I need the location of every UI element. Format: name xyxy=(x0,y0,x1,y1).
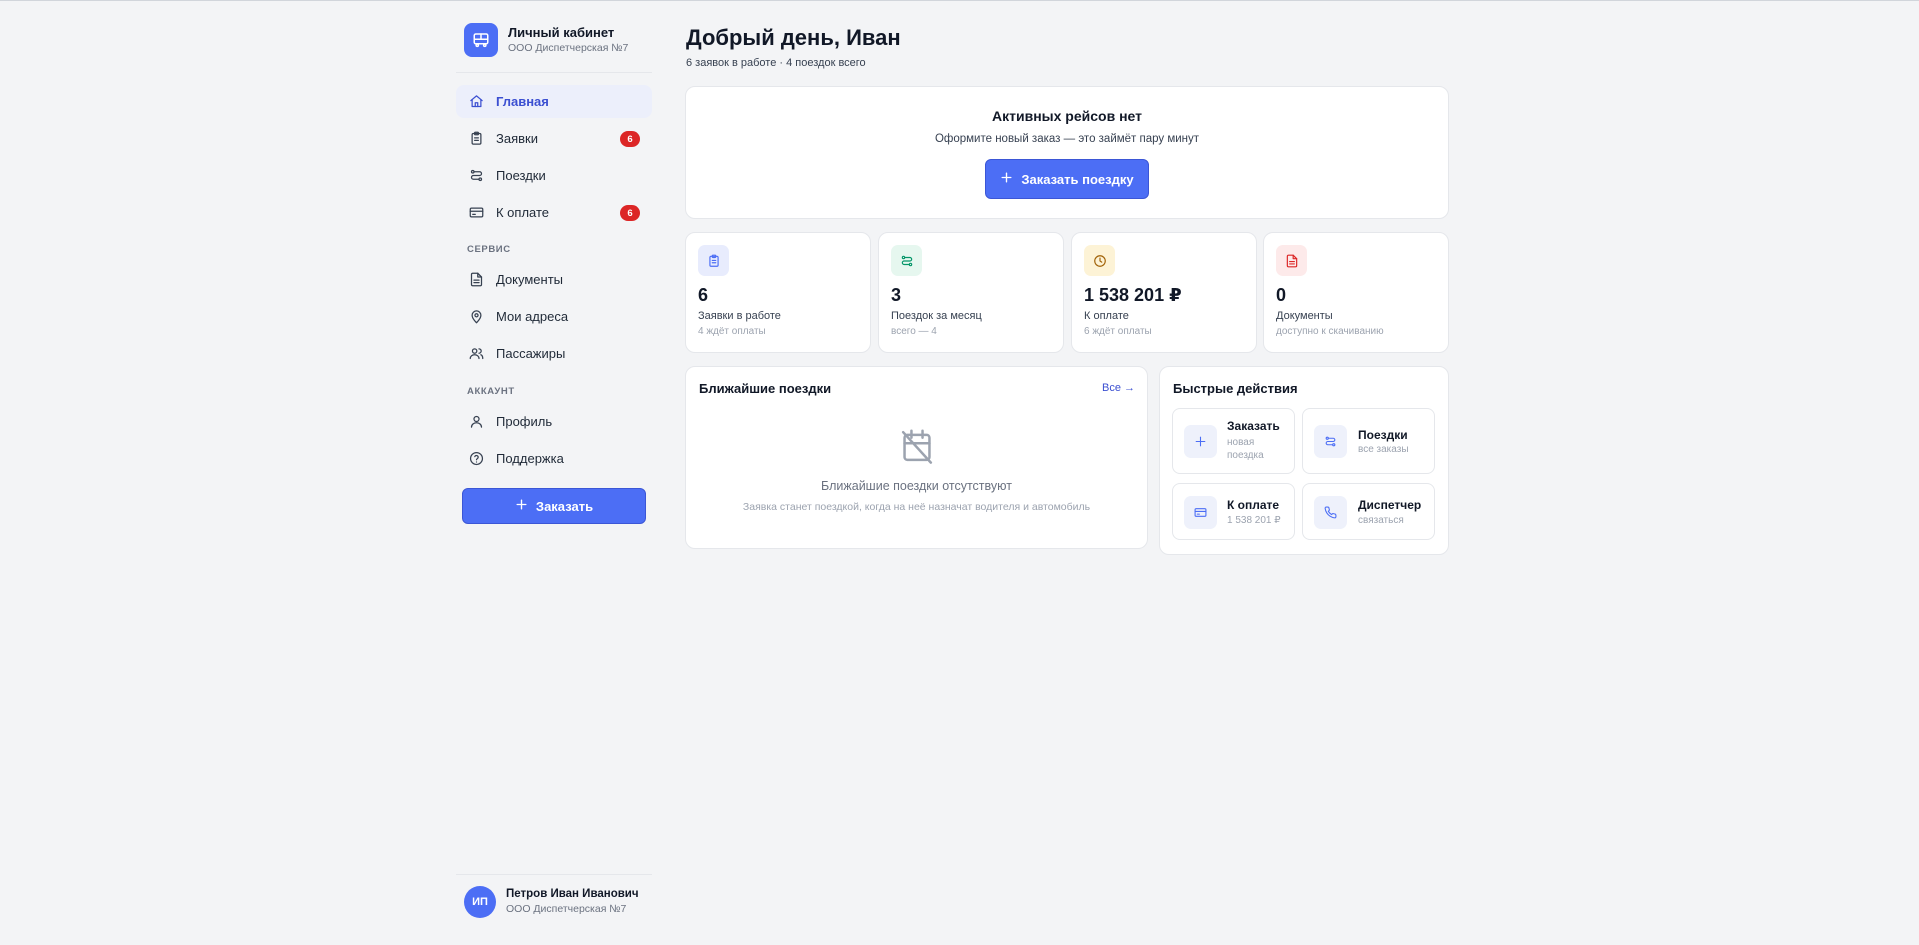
hero-title: Активных рейсов нет xyxy=(992,108,1142,124)
route-icon xyxy=(1314,425,1347,458)
stat-value: 1 538 201 ₽ xyxy=(1084,285,1182,305)
sidebar-item-payment[interactable]: К оплате 6 xyxy=(456,196,652,229)
quick-action-title: Поездки xyxy=(1358,428,1408,442)
order-trip-button-label: Заказать поездку xyxy=(1021,171,1134,187)
stat-hint: 6 ждёт оплаты xyxy=(1084,326,1152,337)
count-badge: 6 xyxy=(620,131,640,147)
empty-state-title: Ближайшие поездки отсутствуют xyxy=(821,479,1012,493)
quick-action-order[interactable]: Заказать новая поездка xyxy=(1172,408,1295,474)
clock-icon xyxy=(1084,245,1115,276)
sidebar-item-addresses[interactable]: Мои адреса xyxy=(456,300,652,333)
quick-action-payment[interactable]: К оплате 1 538 201 ₽ xyxy=(1172,483,1295,540)
sidebar-item-label: Профиль xyxy=(496,414,553,429)
stat-hint: всего — 4 xyxy=(891,326,937,337)
stat-card-requests[interactable]: 6 Заявки в работе 4 ждёт оплаты xyxy=(685,232,871,353)
credit-card-icon xyxy=(1184,496,1217,529)
page-title: Добрый день, Иван xyxy=(686,25,901,50)
quick-action-subtitle: все заказы xyxy=(1358,444,1409,455)
active-trips-card: Активных рейсов нет Оформите новый заказ… xyxy=(685,86,1449,219)
divider xyxy=(456,72,652,73)
clipboard-icon xyxy=(698,245,729,276)
user-name: Петров Иван Иванович xyxy=(506,888,639,900)
quick-action-dispatcher[interactable]: Диспетчер связаться xyxy=(1302,483,1435,540)
route-icon xyxy=(468,168,484,184)
calendar-off-icon xyxy=(900,428,934,469)
sidebar-item-label: Поддержка xyxy=(496,451,564,466)
sidebar-item-documents[interactable]: Документы xyxy=(456,263,652,296)
user-card[interactable]: ИП Петров Иван Иванович ООО Диспетчерска… xyxy=(464,886,639,918)
empty-state-subtitle: Заявка станет поездкой, когда на неё наз… xyxy=(742,501,1091,513)
page-summary: 6 заявок в работе · 4 поездок всего xyxy=(686,57,866,69)
upcoming-trips-panel: Ближайшие поездки Все → Ближайшие поездк… xyxy=(685,366,1148,549)
brand[interactable]: Личный кабинет ООО Диспетчерская №7 xyxy=(464,23,628,57)
section-label-service: СЕРВИС xyxy=(467,244,511,255)
panel-title: Быстрые действия xyxy=(1173,381,1298,396)
quick-action-trips[interactable]: Поездки все заказы xyxy=(1302,408,1435,474)
sidebar: Личный кабинет ООО Диспетчерская №7 Глав… xyxy=(456,1,652,945)
plus-icon xyxy=(1000,171,1013,187)
sidebar-item-profile[interactable]: Профиль xyxy=(456,405,652,438)
bus-icon xyxy=(464,23,498,57)
plus-icon xyxy=(515,498,528,514)
credit-card-icon xyxy=(468,205,484,221)
brand-subtitle: ООО Диспетчерская №7 xyxy=(508,41,629,54)
count-badge: 6 xyxy=(620,205,640,221)
avatar: ИП xyxy=(464,886,496,918)
document-icon xyxy=(468,272,484,288)
quick-action-title: Заказать xyxy=(1227,419,1280,433)
stat-card-documents[interactable]: 0 Документы доступно к скачиванию xyxy=(1263,232,1449,353)
help-circle-icon xyxy=(468,451,484,467)
order-button-label: Заказать xyxy=(535,498,594,514)
sidebar-item-label: Заявки xyxy=(496,131,538,146)
sidebar-item-label: К оплате xyxy=(496,205,550,220)
clipboard-icon xyxy=(468,131,484,147)
quick-action-title: Диспетчер xyxy=(1358,498,1422,512)
stat-card-trips[interactable]: 3 Поездок за месяц всего — 4 xyxy=(878,232,1064,353)
quick-action-subtitle: новая поездка xyxy=(1227,437,1264,461)
stat-label: Документы xyxy=(1276,310,1333,322)
sidebar-order-button[interactable]: Заказать xyxy=(462,488,646,524)
quick-actions-panel: Быстрые действия Заказать новая поездка … xyxy=(1159,366,1449,555)
document-icon xyxy=(1276,245,1307,276)
brand-title: Личный кабинет xyxy=(508,24,615,40)
sidebar-item-label: Мои адреса xyxy=(496,309,569,324)
sidebar-item-trips[interactable]: Поездки xyxy=(456,159,652,192)
sidebar-item-label: Главная xyxy=(496,94,549,109)
user-org: ООО Диспетчерская №7 xyxy=(506,903,627,915)
phone-icon xyxy=(1314,496,1347,529)
route-icon xyxy=(891,245,922,276)
stat-label: Поездок за месяц xyxy=(891,310,982,322)
stat-value: 6 xyxy=(698,285,709,305)
quick-action-title: К оплате xyxy=(1227,498,1280,512)
stat-value: 3 xyxy=(891,285,902,305)
plus-icon xyxy=(1184,425,1217,458)
divider xyxy=(456,874,652,875)
all-trips-link[interactable]: Все → xyxy=(1102,382,1135,394)
sidebar-item-label: Документы xyxy=(496,272,564,287)
users-icon xyxy=(468,346,484,362)
stat-hint: доступно к скачиванию xyxy=(1276,326,1384,337)
stat-label: К оплате xyxy=(1084,310,1129,322)
sidebar-item-label: Поездки xyxy=(496,168,546,183)
sidebar-item-passengers[interactable]: Пассажиры xyxy=(456,337,652,370)
stat-label: Заявки в работе xyxy=(698,310,781,322)
sidebar-item-support[interactable]: Поддержка xyxy=(456,442,652,475)
map-pin-icon xyxy=(468,309,484,325)
panel-title: Ближайшие поездки xyxy=(699,381,832,396)
user-icon xyxy=(468,414,484,430)
hero-subtitle: Оформите новый заказ — это займёт пару м… xyxy=(934,133,1200,145)
sidebar-item-label: Пассажиры xyxy=(496,346,566,361)
section-label-account: АККАУНТ xyxy=(467,386,515,397)
sidebar-item-home[interactable]: Главная xyxy=(456,85,652,118)
quick-action-subtitle: связаться xyxy=(1358,515,1404,526)
stat-card-payment[interactable]: 1 538 201 ₽ К оплате 6 ждёт оплаты xyxy=(1071,232,1257,353)
order-trip-button[interactable]: Заказать поездку xyxy=(985,159,1149,199)
stat-hint: 4 ждёт оплаты xyxy=(698,326,766,337)
sidebar-item-requests[interactable]: Заявки 6 xyxy=(456,122,652,155)
quick-action-subtitle: 1 538 201 ₽ xyxy=(1227,515,1281,526)
home-icon xyxy=(468,94,484,110)
stat-value: 0 xyxy=(1276,285,1287,305)
